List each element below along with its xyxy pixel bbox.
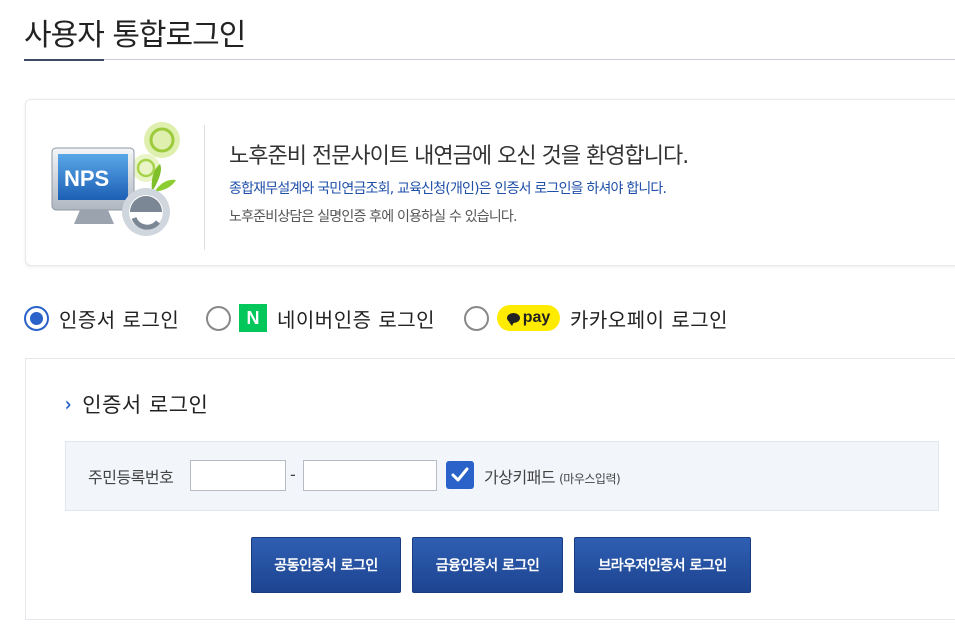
virtual-keypad-text: 가상키패드 (484, 468, 556, 487)
section-title: 인증서 로그인 (82, 393, 209, 417)
speech-bubble-icon (506, 313, 520, 326)
cert-login-panel: › 인증서 로그인 주민등록번호 - 가상키패드 (마우스입력) 공동인증서 로그… (25, 358, 955, 620)
welcome-subtext: 노후준비상담은 실명인증 후에 이용하실 수 있습니다. (229, 209, 517, 225)
svg-text:NPS: NPS (64, 166, 109, 191)
browser-cert-login-button[interactable]: 브라우저인증서 로그인 (574, 537, 751, 593)
radio-button[interactable] (464, 305, 489, 331)
checkmark-icon (451, 467, 469, 482)
section-heading: › 인증서 로그인 (64, 389, 208, 419)
welcome-notice: 종합재무설계와 국민연금조회, 교육신청(개인)은 인증서 로그인을 하셔야 합… (229, 181, 667, 197)
ssn-back-input[interactable] (303, 460, 437, 491)
page-title: 사용자 통합로그인 (24, 18, 246, 53)
welcome-heading: 노후준비 전문사이트 내연금에 오신 것을 환영합니다. (229, 144, 689, 169)
radio-button-checked[interactable] (24, 305, 49, 331)
radio-label: 인증서 로그인 (59, 307, 180, 332)
radio-label: 네이버인증 로그인 (277, 307, 436, 332)
title-divider-accent (24, 59, 104, 61)
virtual-keypad-label: 가상키패드 (마우스입력) (484, 464, 621, 488)
kakaopay-icon-text: pay (522, 309, 551, 326)
ssn-separator: - (290, 465, 296, 484)
ssn-label: 주민등록번호 (88, 468, 174, 487)
radio-naver-login[interactable]: N 네이버인증 로그인 (206, 302, 435, 334)
login-method-selector: 인증서 로그인 N 네이버인증 로그인 pay 카카오페이 로그인 (24, 302, 954, 334)
welcome-banner: NPS 노후준비 전문사이트 내연금에 오신 것을 환영합니다. 종합재무설계와… (25, 99, 955, 266)
finance-cert-login-button[interactable]: 금융인증서 로그인 (412, 537, 563, 593)
radio-button[interactable] (206, 305, 231, 331)
ssn-front-input[interactable] (190, 460, 286, 491)
radio-label: 카카오페이 로그인 (570, 307, 729, 332)
ssn-input-area: 주민등록번호 - 가상키패드 (마우스입력) (65, 441, 939, 511)
radio-kakaopay-login[interactable]: pay 카카오페이 로그인 (464, 302, 728, 334)
chevron-right-icon: › (64, 392, 72, 416)
kakaopay-icon: pay (497, 305, 560, 331)
radio-cert-login[interactable]: 인증서 로그인 (24, 302, 179, 334)
public-cert-login-button[interactable]: 공동인증서 로그인 (251, 537, 401, 593)
banner-divider (204, 125, 205, 250)
nps-logo-icon: NPS (51, 122, 180, 236)
title-divider (24, 59, 955, 60)
naver-n-icon: N (239, 304, 267, 332)
virtual-keypad-subtext: (마우스입력) (559, 472, 621, 486)
virtual-keypad-checkbox[interactable] (446, 461, 474, 489)
